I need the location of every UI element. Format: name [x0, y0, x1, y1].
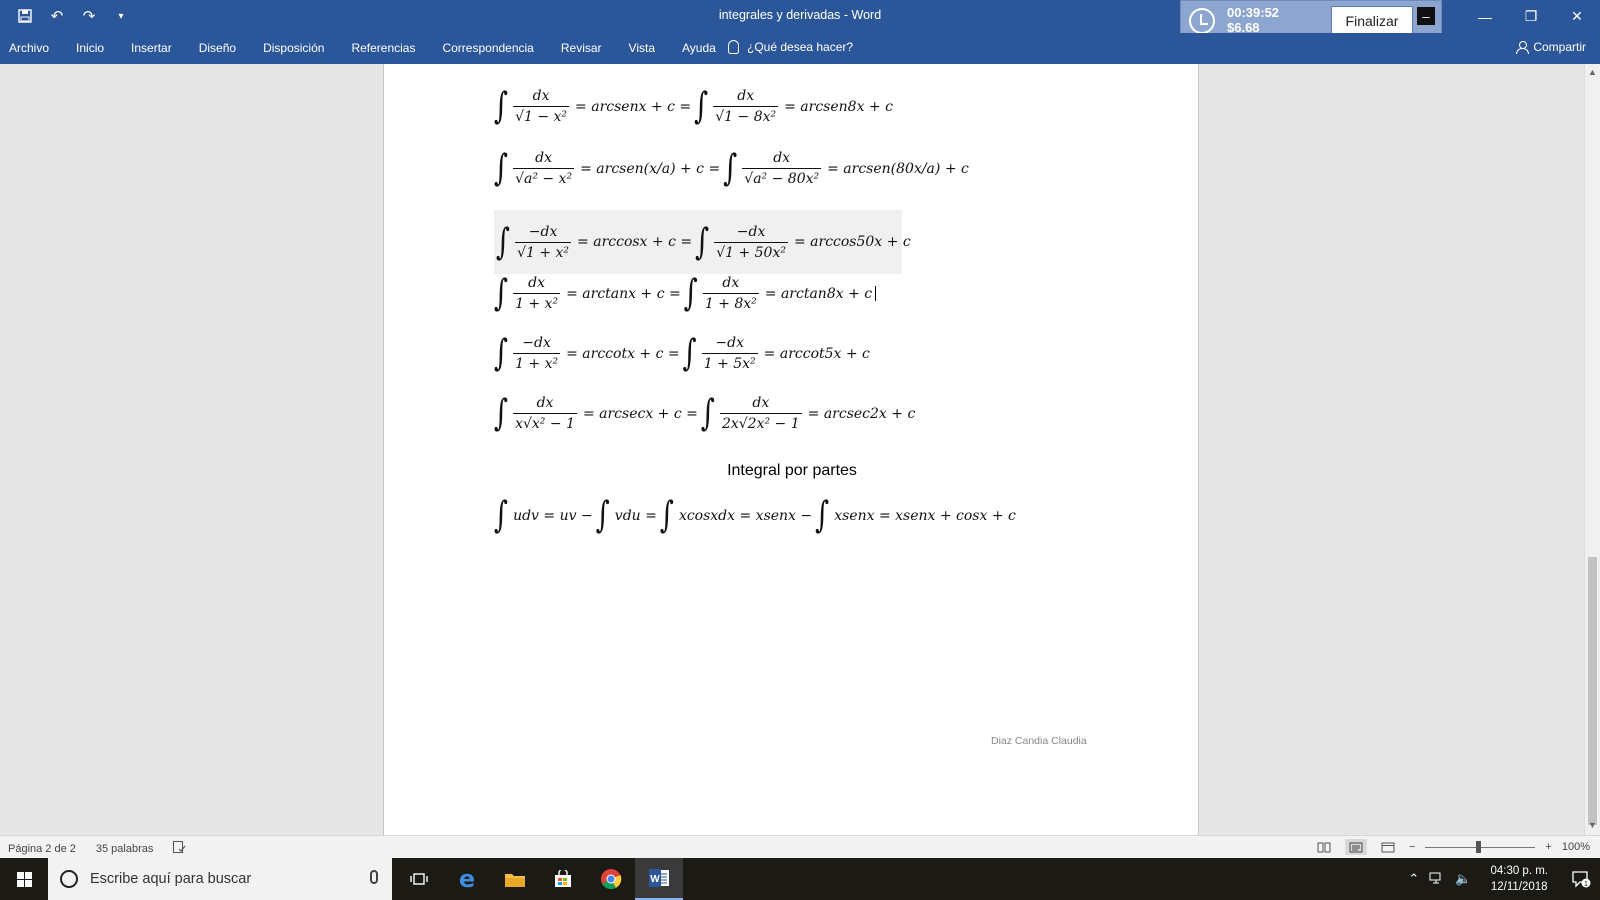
taskbar-clock[interactable]: 04:30 p. m. 12/11/2018	[1490, 863, 1548, 895]
author-footer: Diaz Candia Claudia	[991, 735, 1087, 747]
microphone-icon[interactable]	[370, 870, 378, 884]
word-icon[interactable]: W	[635, 858, 683, 900]
tab-diseno[interactable]: Diseño	[199, 41, 236, 55]
text-cursor	[875, 286, 877, 301]
status-bar: Página 2 de 2 35 palabras − + 100%	[0, 835, 1600, 858]
print-layout-icon[interactable]	[1344, 839, 1367, 855]
tab-insertar[interactable]: Insertar	[131, 41, 172, 55]
network-icon[interactable]	[1429, 872, 1445, 887]
document-page[interactable]: ∫ a² + x² a ∫ a² + 3x² a ∫ dx√1 − x² = a…	[383, 64, 1199, 835]
equation-integration-by-parts: ∫ udv = uv − ∫ vdu = ∫ xcosxdx = xsenx −…	[494, 494, 1016, 537]
word-count[interactable]: 35 palabras	[96, 843, 154, 855]
document-area: ∫ a² + x² a ∫ a² + 3x² a ∫ dx√1 − x² = a…	[0, 64, 1584, 835]
zoom-slider[interactable]	[1425, 840, 1536, 854]
equation-row: ∫ dx √a² − x² = arcsen(x/a) + c = ∫ dx √a²…	[494, 147, 969, 190]
system-tray: ⌃ 🔈 04:30 p. m. 12/11/2018 1	[1403, 858, 1600, 900]
section-title: Integral por partes	[727, 462, 857, 479]
tab-referencias[interactable]: Referencias	[351, 41, 415, 55]
read-mode-icon[interactable]	[1313, 839, 1335, 855]
taskbar-search[interactable]: Escribe aquí para buscar	[48, 858, 392, 900]
share-label: Compartir	[1533, 40, 1586, 54]
clock-icon	[1189, 8, 1215, 34]
lightbulb-icon	[728, 40, 739, 54]
chrome-icon[interactable]	[587, 858, 635, 900]
zoom-out-icon[interactable]: −	[1409, 841, 1415, 853]
tell-me-box[interactable]: ¿Qué desea hacer?	[728, 40, 853, 54]
tab-revisar[interactable]: Revisar	[561, 41, 602, 55]
window-controls: — ❐ ✕	[1462, 0, 1600, 33]
scroll-thumb[interactable]	[1588, 557, 1597, 825]
scroll-up-icon[interactable]: ▲	[1588, 67, 1597, 77]
pinned-apps: e W	[395, 858, 683, 900]
close-icon[interactable]: ✕	[1554, 0, 1600, 33]
windows-logo-icon	[16, 871, 32, 887]
svg-text:W: W	[650, 874, 660, 885]
volume-icon[interactable]: 🔈	[1455, 871, 1471, 887]
web-layout-icon[interactable]	[1377, 839, 1399, 855]
zoom-slider-knob[interactable]	[1476, 841, 1482, 853]
action-center-icon[interactable]: 1	[1562, 858, 1600, 900]
scroll-down-icon[interactable]: ▼	[1588, 820, 1597, 830]
file-explorer-icon[interactable]	[491, 858, 539, 900]
tab-correspondencia[interactable]: Correspondencia	[442, 41, 533, 55]
clock-date: 12/11/2018	[1490, 881, 1548, 893]
store-icon[interactable]	[539, 858, 587, 900]
equation-row: ∫ dx √1 − x² = arcsenx + c = ∫ dx √1 − 8x²…	[494, 85, 893, 128]
clock-time: 04:30 p. m.	[1490, 865, 1548, 877]
recording-readout: 00:39:52 $6.68	[1227, 5, 1279, 35]
equation-row: ∫ dx x√x² − 1 = arcsecx + c = ∫ dx 2x√2x² …	[494, 392, 916, 435]
tab-disposicion[interactable]: Disposición	[263, 41, 324, 55]
cortana-icon	[60, 870, 78, 888]
search-placeholder: Escribe aquí para buscar	[90, 871, 252, 887]
share-button[interactable]: Compartir	[1516, 40, 1586, 54]
recording-time: 00:39:52	[1227, 5, 1280, 20]
notification-count: 1	[1584, 881, 1588, 888]
zoom-level[interactable]: 100%	[1562, 841, 1590, 853]
equation-row: ∫ −dx 1 + x² = arccotx + c = ∫ −dx 1 + 5x²…	[494, 332, 870, 375]
minimize-widget-icon[interactable]: –	[1417, 7, 1435, 25]
restore-icon[interactable]: ❐	[1508, 0, 1554, 33]
tab-inicio[interactable]: Inicio	[76, 41, 104, 55]
start-button[interactable]	[0, 858, 48, 900]
equation-row-selected: ∫ −dx √1 + x² = arccosx + c = ∫ −dx √1 + 5…	[494, 210, 911, 274]
equation-row: ∫ dx 1 + x² = arctanx + c = ∫ dx 1 + 8x² =…	[494, 275, 877, 312]
vertical-scrollbar[interactable]: ▲ ▼	[1584, 64, 1600, 835]
minimize-icon[interactable]: —	[1462, 0, 1508, 33]
finish-button[interactable]: Finalizar	[1331, 6, 1413, 35]
taskbar: Escribe aquí para buscar e W ⌃ 🔈 04:30 p…	[0, 858, 1600, 900]
person-icon	[1516, 40, 1530, 54]
edge-icon[interactable]: e	[443, 858, 491, 900]
tell-me-label: ¿Qué desea hacer?	[747, 40, 854, 54]
zoom-in-icon[interactable]: +	[1545, 841, 1551, 853]
tab-ayuda[interactable]: Ayuda	[682, 41, 716, 55]
tab-archivo[interactable]: Archivo	[9, 41, 49, 55]
task-view-icon[interactable]	[395, 858, 443, 900]
page-count[interactable]: Página 2 de 2	[8, 843, 76, 855]
tray-chevron-up-icon[interactable]: ⌃	[1408, 871, 1419, 887]
tab-list: Archivo Inicio Insertar Diseño Disposici…	[9, 41, 743, 55]
tab-vista[interactable]: Vista	[629, 41, 655, 55]
proofing-icon[interactable]	[173, 841, 186, 856]
ribbon-tabs: Archivo Inicio Insertar Diseño Disposici…	[0, 33, 1600, 64]
